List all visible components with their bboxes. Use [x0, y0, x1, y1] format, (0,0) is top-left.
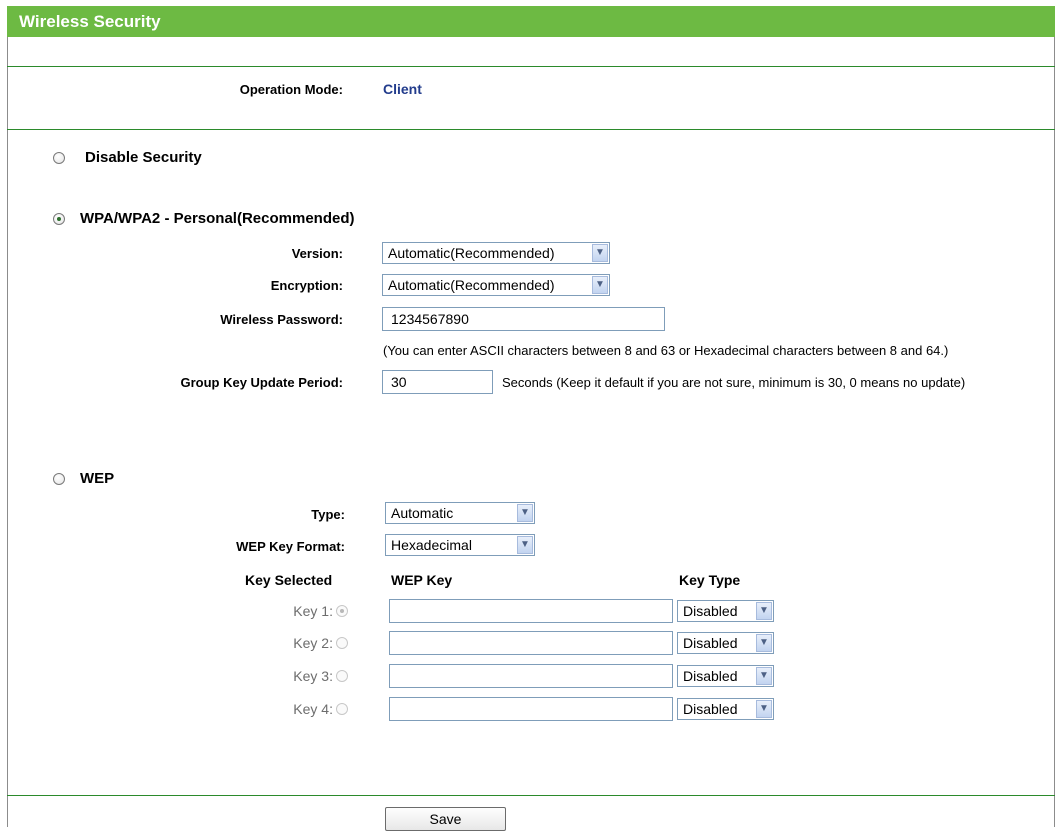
group-key-period-hint: Seconds (Keep it default if you are not … — [502, 375, 966, 390]
version-select-value: Automatic(Recommended) — [388, 245, 555, 261]
key-2-input[interactable] — [389, 631, 673, 655]
wep-radio[interactable] — [53, 473, 65, 485]
divider — [7, 129, 1055, 130]
version-label: Version: — [291, 246, 343, 261]
disable-security-label: Disable Security — [85, 149, 202, 166]
divider — [7, 66, 1055, 67]
key-4-type-select[interactable]: Disabled ▼ — [677, 698, 774, 720]
wep-key-format-select-value: Hexadecimal — [391, 537, 472, 553]
chevron-down-icon: ▼ — [756, 602, 772, 620]
wep-type-select-value: Automatic — [391, 505, 454, 521]
chevron-down-icon: ▼ — [756, 667, 772, 685]
wep-label: WEP — [80, 470, 115, 487]
operation-mode-value: Client — [383, 81, 422, 97]
chevron-down-icon: ▼ — [517, 504, 533, 522]
key-2-type-select[interactable]: Disabled ▼ — [677, 632, 774, 654]
group-key-period-label: Group Key Update Period: — [180, 375, 343, 390]
version-select[interactable]: Automatic(Recommended) ▼ — [382, 242, 610, 264]
wireless-password-label: Wireless Password: — [220, 312, 343, 327]
operation-mode-label: Operation Mode: — [239, 82, 343, 97]
key-1-input[interactable] — [389, 599, 673, 623]
disable-security-radio[interactable] — [53, 152, 65, 164]
key-4-type-value: Disabled — [683, 701, 738, 717]
encryption-select-value: Automatic(Recommended) — [388, 277, 555, 293]
wep-key-format-label: WEP Key Format: — [236, 539, 345, 554]
key-3-type-value: Disabled — [683, 668, 738, 684]
key-3-type-select[interactable]: Disabled ▼ — [677, 665, 774, 687]
chevron-down-icon: ▼ — [517, 536, 533, 554]
divider — [7, 795, 1055, 796]
key-3-label: Key 3: — [293, 668, 333, 684]
key-2-type-value: Disabled — [683, 635, 738, 651]
wpa-personal-label: WPA/WPA2 - Personal(Recommended) — [80, 210, 355, 227]
key-4-label: Key 4: — [293, 701, 333, 717]
wep-type-label: Type: — [311, 507, 345, 522]
key-1-label: Key 1: — [293, 603, 333, 619]
group-key-period-input[interactable]: 30 — [382, 370, 493, 394]
wpa-personal-radio[interactable] — [53, 213, 65, 225]
chevron-down-icon: ▼ — [592, 276, 608, 294]
chevron-down-icon: ▼ — [756, 700, 772, 718]
key-3-radio[interactable] — [336, 670, 348, 682]
encryption-select[interactable]: Automatic(Recommended) ▼ — [382, 274, 610, 296]
key-1-radio[interactable] — [336, 605, 348, 617]
wep-type-select[interactable]: Automatic ▼ — [385, 502, 535, 524]
key-1-type-value: Disabled — [683, 603, 738, 619]
key-3-input[interactable] — [389, 664, 673, 688]
col-key-type: Key Type — [679, 572, 741, 588]
chevron-down-icon: ▼ — [756, 634, 772, 652]
wireless-password-input[interactable]: 1234567890 — [382, 307, 665, 331]
col-wep-key: WEP Key — [391, 572, 453, 588]
page-title: Wireless Security — [7, 6, 1055, 37]
password-hint: (You can enter ASCII characters between … — [383, 343, 949, 358]
key-1-type-select[interactable]: Disabled ▼ — [677, 600, 774, 622]
save-button[interactable]: Save — [385, 807, 506, 831]
key-4-radio[interactable] — [336, 703, 348, 715]
col-key-selected: Key Selected — [245, 572, 333, 588]
wep-key-format-select[interactable]: Hexadecimal ▼ — [385, 534, 535, 556]
encryption-label: Encryption: — [270, 278, 343, 293]
key-4-input[interactable] — [389, 697, 673, 721]
key-2-radio[interactable] — [336, 637, 348, 649]
key-2-label: Key 2: — [293, 635, 333, 651]
chevron-down-icon: ▼ — [592, 244, 608, 262]
